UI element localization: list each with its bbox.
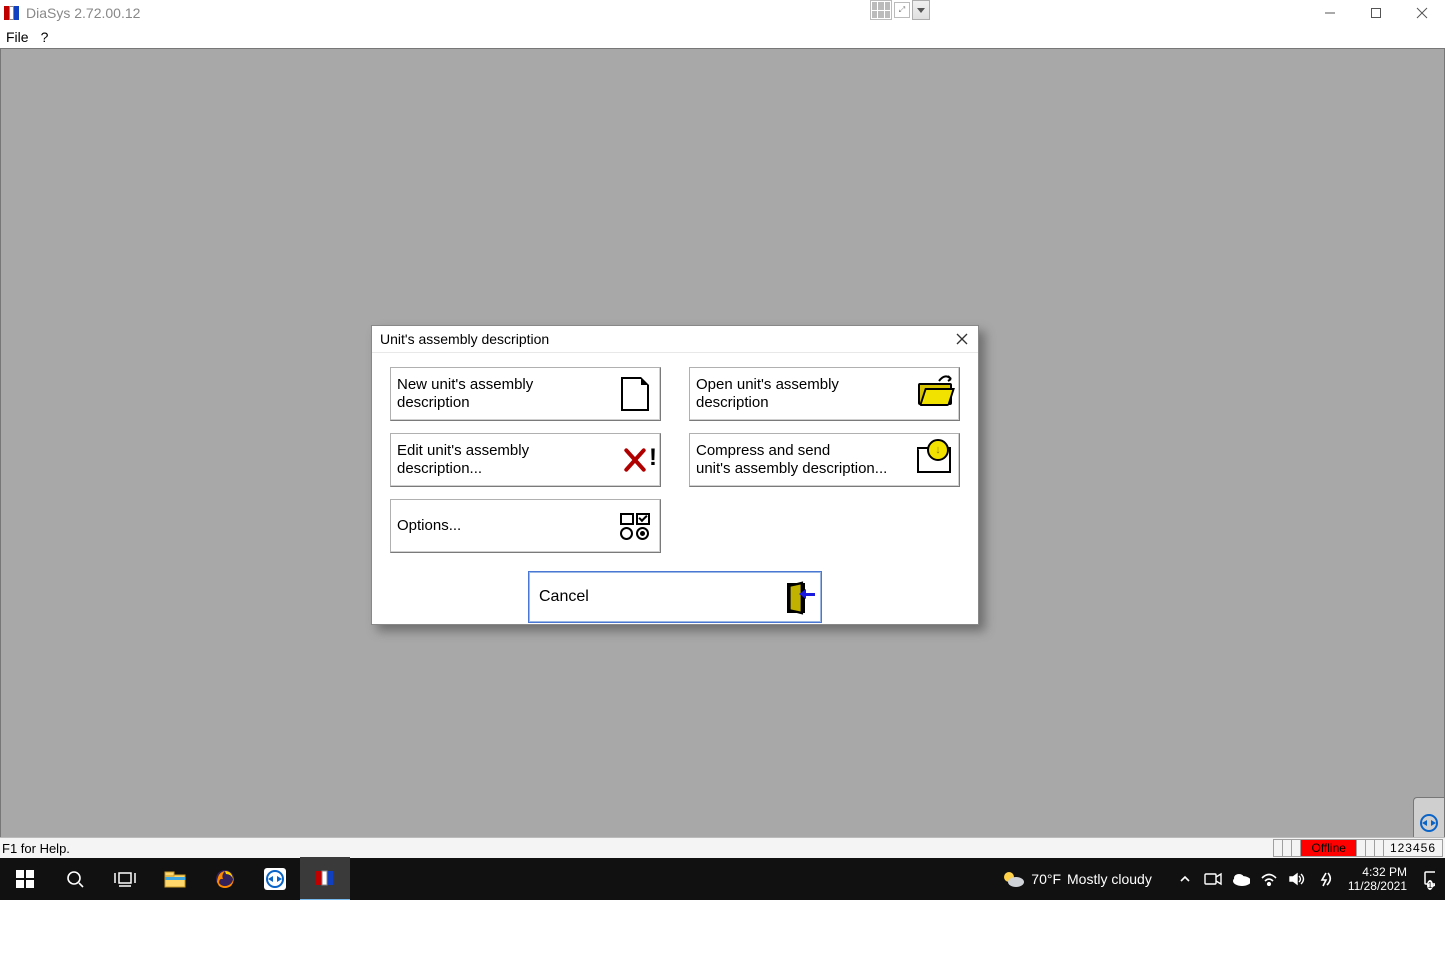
exit-door-icon [783, 583, 811, 611]
taskbar-teamviewer[interactable] [250, 858, 300, 900]
dropdown-icon[interactable] [912, 0, 930, 20]
tray-wifi-icon[interactable] [1260, 870, 1278, 888]
open-assembly-button[interactable]: Open unit's assembly description [689, 367, 960, 421]
app-icon [4, 5, 20, 21]
compress-send-label: Compress and send unit's assembly descri… [696, 442, 887, 478]
expand-icon: ⤢ [894, 2, 910, 18]
weather-temp: 70°F [1031, 871, 1061, 887]
tray-onedrive-icon[interactable] [1232, 870, 1250, 888]
edit-assembly-button[interactable]: Edit unit's assembly description... ! [390, 433, 661, 487]
compress-send-button[interactable]: Compress and send unit's assembly descri… [689, 433, 960, 487]
options-icon [618, 509, 652, 543]
new-assembly-button[interactable]: New unit's assembly description [390, 367, 661, 421]
menubar: File ? [0, 26, 1445, 49]
window-titlebar: DiaSys 2.72.00.12 ⤢ [0, 0, 1445, 26]
open-folder-icon [917, 377, 951, 411]
bottom-whitespace [0, 900, 1445, 963]
dialog-title: Unit's assembly description [380, 331, 549, 347]
search-button[interactable] [50, 858, 100, 900]
cancel-label: Cancel [539, 588, 589, 606]
tray-meet-now-icon[interactable] [1204, 870, 1222, 888]
statusbar-help-text: F1 for Help. [2, 841, 70, 856]
keyboard-icon [870, 0, 892, 20]
status-offline: Offline [1300, 839, 1356, 857]
windows-taskbar: 70°F Mostly cloudy 4:32 PM 11/28/2021 1 [0, 858, 1445, 900]
minimize-button[interactable] [1307, 0, 1353, 26]
open-assembly-label: Open unit's assembly description [696, 376, 839, 412]
edit-assembly-label: Edit unit's assembly description... [397, 442, 529, 478]
taskbar-date: 11/28/2021 [1348, 879, 1407, 893]
new-document-icon [618, 377, 652, 411]
dialog-titlebar: Unit's assembly description [372, 326, 978, 353]
edit-x-icon: ! [618, 443, 652, 477]
taskbar-time: 4:32 PM [1348, 865, 1407, 879]
dialog-close-button[interactable] [952, 330, 972, 348]
cancel-button[interactable]: Cancel [528, 571, 822, 623]
menu-file[interactable]: File [6, 29, 29, 45]
statusbar: F1 for Help. Offline 123456 [0, 837, 1445, 858]
compress-envelope-icon: ↓ [917, 443, 951, 477]
taskbar-diasys[interactable] [300, 857, 350, 901]
status-code: 123456 [1383, 839, 1443, 857]
taskbar-weather[interactable]: 70°F Mostly cloudy [1001, 869, 1152, 889]
tray-notifications-icon[interactable]: 1 [1423, 870, 1441, 888]
options-button[interactable]: Options... [390, 499, 661, 553]
tray-show-hidden-icon[interactable] [1176, 870, 1194, 888]
options-label: Options... [397, 517, 461, 535]
task-view-button[interactable] [100, 858, 150, 900]
titlebar-input-widget[interactable]: ⤢ [870, 0, 930, 20]
tray-power-icon[interactable] [1316, 870, 1334, 888]
start-button[interactable] [0, 858, 50, 900]
taskbar-file-explorer[interactable] [150, 858, 200, 900]
taskbar-clock[interactable]: 4:32 PM 11/28/2021 [1348, 865, 1407, 893]
assembly-description-dialog: Unit's assembly description New unit's a… [371, 325, 979, 625]
close-button[interactable] [1399, 0, 1445, 26]
tray-volume-icon[interactable] [1288, 870, 1306, 888]
menu-help[interactable]: ? [41, 29, 49, 45]
workspace: Unit's assembly description New unit's a… [0, 48, 1445, 840]
new-assembly-label: New unit's assembly description [397, 376, 533, 412]
weather-desc: Mostly cloudy [1067, 871, 1152, 887]
taskbar-firefox[interactable] [200, 858, 250, 900]
maximize-button[interactable] [1353, 0, 1399, 26]
window-title: DiaSys 2.72.00.12 [26, 5, 140, 21]
